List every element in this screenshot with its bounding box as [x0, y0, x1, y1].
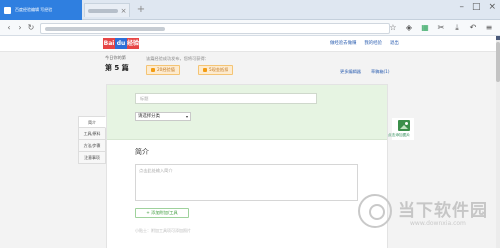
grid-icon[interactable]: ▦	[420, 23, 430, 33]
logo-part: 经验	[127, 38, 140, 49]
url-text-blurred	[45, 27, 165, 31]
logo-part: du	[115, 38, 127, 49]
browser-tab-active[interactable]: 百度经验编辑 写经验	[0, 0, 82, 20]
watermark-brand: 当下软件园	[398, 201, 488, 221]
summary-band: 今日你的第 第 5 篇 该篇经验成功发布，您将可获得： 20经验值 5现金抵扣 …	[100, 55, 400, 85]
scissors-icon[interactable]: ✂	[436, 23, 446, 33]
image-icon	[398, 120, 410, 131]
menu-icon[interactable]: ≡	[484, 23, 494, 33]
browser-tab-bar: 百度经验编辑 写经验 × + – □ ×	[0, 0, 500, 20]
star-icon[interactable]: ☆	[388, 23, 398, 33]
intro-heading: 简介	[135, 148, 149, 156]
section-nav-intro[interactable]: 简介	[78, 116, 106, 128]
scroll-thumb[interactable]	[496, 42, 500, 82]
add-image-label: 点击添加图片	[388, 133, 411, 137]
forward-button[interactable]: ›	[15, 23, 25, 33]
browser-toolbar: ☆ ◈ ▦ ✂ ⤓ ↶ ≡	[388, 23, 494, 33]
header-link-earn[interactable]: 做经验去做赚	[330, 40, 356, 46]
maximize-button[interactable]: □	[472, 2, 481, 12]
editor-title-panel: 标题 请选择分类 ▾	[107, 85, 387, 140]
today-label: 今日你的第	[105, 55, 126, 60]
section-nav-notes[interactable]: 注意事项	[78, 152, 106, 164]
editor-card: 标题 请选择分类 ▾ 简介 点击此处输入简介 + 添加附加/工具 小贴士：附加工…	[106, 84, 388, 248]
reward-badge-cash: 5现金抵扣	[198, 65, 234, 75]
reward-badge-points: 20经验值	[146, 65, 180, 75]
category-value: 请选择分类	[138, 114, 160, 119]
browser-tab-inactive[interactable]: ×	[84, 3, 130, 17]
hint-text: 小贴士：附加工具项可添加照片	[135, 228, 191, 233]
close-window-button[interactable]: ×	[488, 2, 496, 12]
shield-icon[interactable]: ◈	[404, 23, 414, 33]
more-editor-link[interactable]: 更多编辑器	[340, 69, 361, 75]
scroll-up-arrow[interactable]	[496, 36, 500, 40]
baidu-jingyan-logo[interactable]: Bai du 经验	[103, 38, 139, 49]
header-links: 做经验去做赚 我的经验 退出	[330, 40, 399, 46]
favicon-icon	[4, 6, 11, 14]
tab-title: 百度经验编辑 写经验	[15, 7, 53, 12]
section-nav-tools[interactable]: 工具/原料	[78, 128, 106, 140]
back-button[interactable]: ‹	[4, 23, 14, 33]
watermark: 当下软件园 www.downxia.com	[350, 190, 500, 248]
editor-links: 更多编辑器 草稿箱(1)	[340, 69, 389, 75]
reward-tip: 该篇经验成功发布，您将可获得：	[146, 56, 209, 61]
minimize-button[interactable]: –	[459, 2, 464, 12]
address-bar-row: ‹ › ↻ ☆ ◈ ▦ ✂ ⤓ ↶ ≡	[0, 20, 500, 36]
section-nav-steps[interactable]: 方法/步骤	[78, 140, 106, 152]
site-header: Bai du 经验 做经验去做赚 我的经验 退出	[0, 36, 500, 52]
add-tools-button[interactable]: + 添加附加/工具	[135, 208, 189, 218]
watermark-url: www.downxia.com	[410, 220, 466, 227]
refresh-button[interactable]: ↻	[26, 23, 36, 33]
coin-icon	[151, 68, 155, 72]
add-image-widget[interactable]: 点击添加图片	[388, 118, 414, 140]
url-input[interactable]	[40, 23, 390, 34]
header-link-my-experience[interactable]: 我的经验	[364, 40, 382, 46]
title-input[interactable]: 标题	[135, 93, 317, 104]
watermark-logo-icon	[358, 194, 392, 228]
header-link-logout[interactable]: 退出	[390, 40, 399, 46]
logo-part: Bai	[103, 38, 115, 49]
close-icon[interactable]: ×	[121, 7, 127, 15]
undo-icon[interactable]: ↶	[468, 23, 478, 33]
window-controls: – □ ×	[459, 2, 496, 12]
article-count: 第 5 篇	[105, 64, 129, 72]
tab-title-blurred	[87, 8, 118, 13]
download-icon[interactable]: ⤓	[452, 23, 462, 33]
badge-label: 5现金抵扣	[209, 67, 229, 72]
category-select[interactable]: 请选择分类 ▾	[135, 112, 191, 121]
drafts-link[interactable]: 草稿箱(1)	[371, 69, 390, 75]
intro-textarea[interactable]: 点击此处输入简介	[135, 164, 358, 201]
new-tab-button[interactable]: +	[134, 4, 148, 16]
chevron-down-icon: ▾	[185, 114, 188, 119]
section-nav: 简介 工具/原料 方法/步骤 注意事项	[78, 116, 106, 164]
badge-label: 20经验值	[157, 67, 175, 72]
coin-icon	[203, 68, 207, 72]
